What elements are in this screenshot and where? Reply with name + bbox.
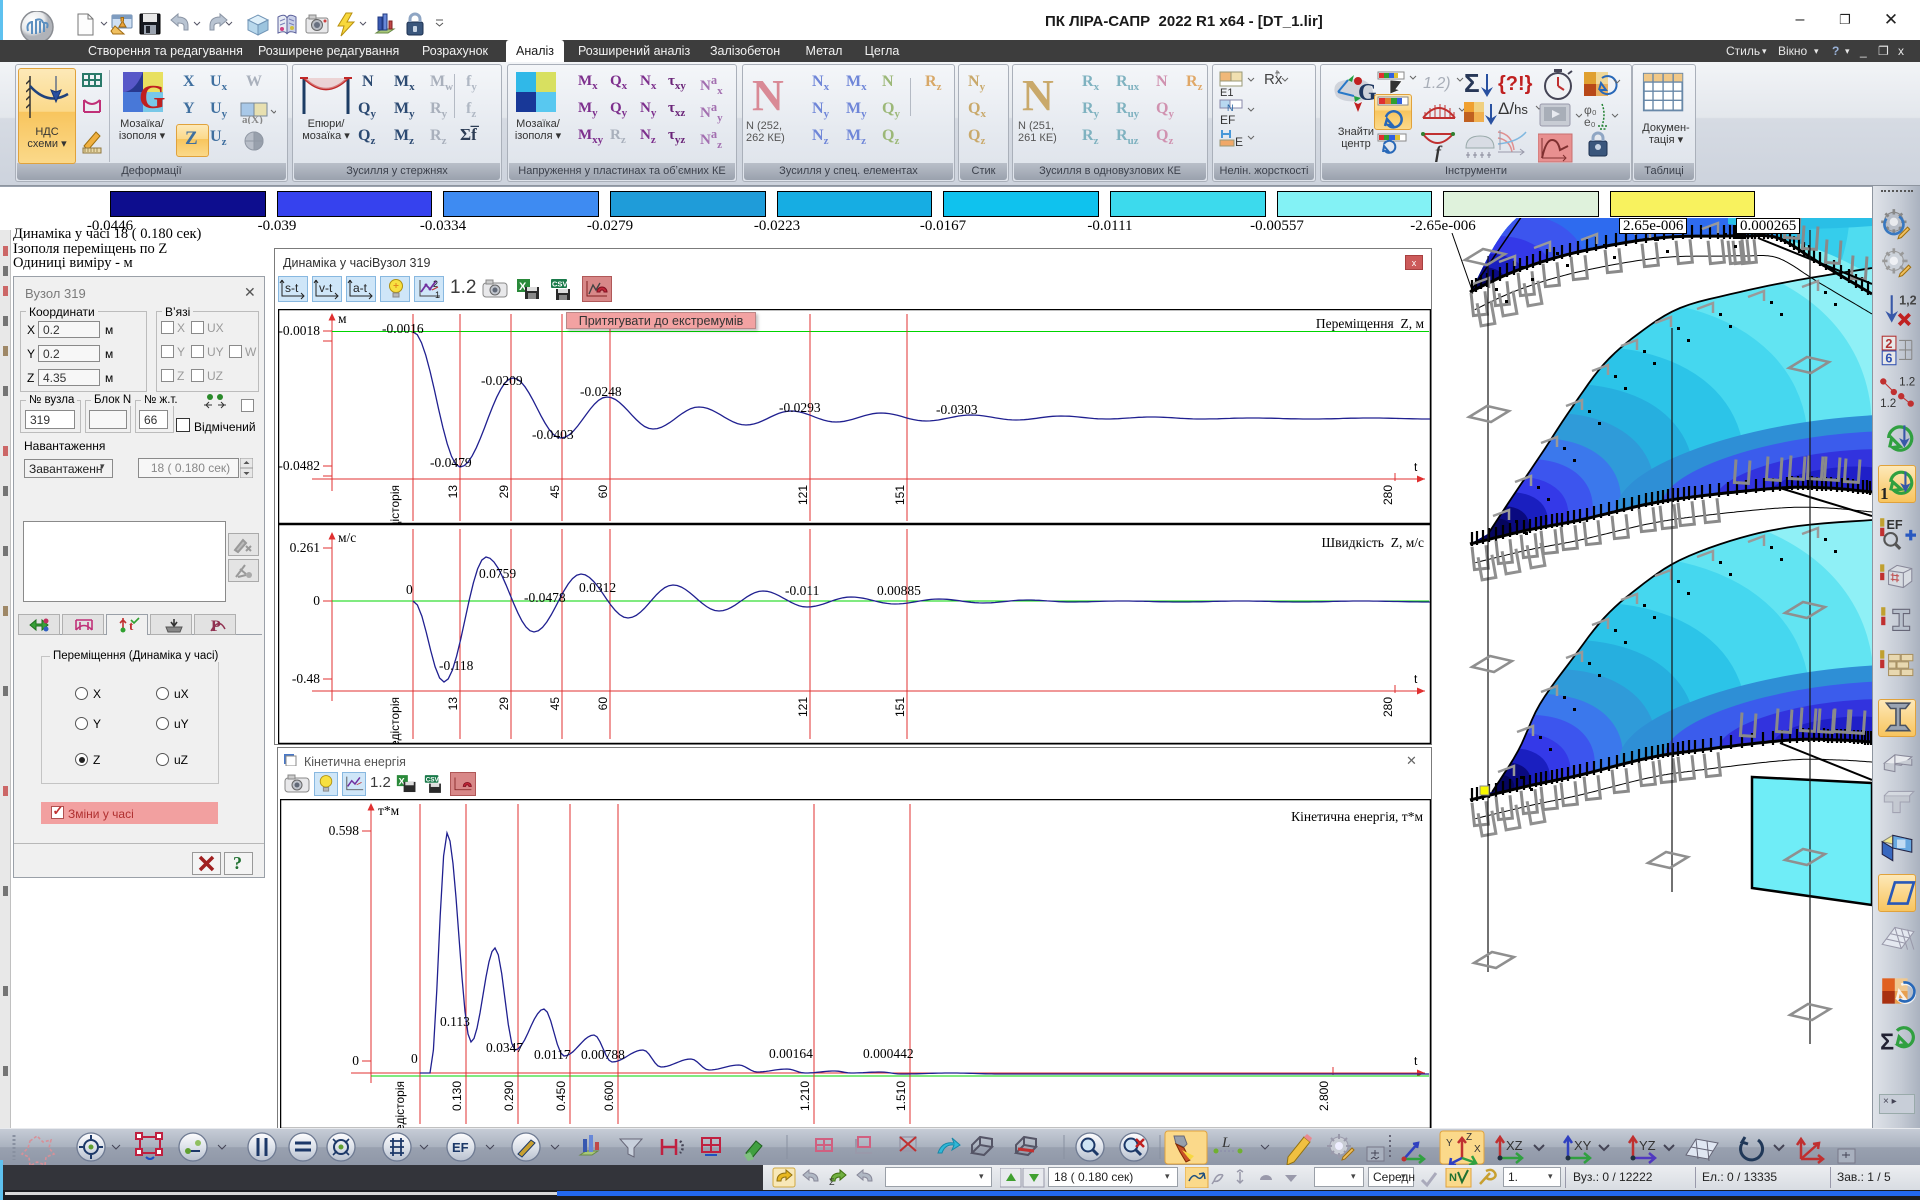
svg-text:XY: XY <box>1574 1138 1592 1153</box>
svg-text:0.000442: 0.000442 <box>863 1046 914 1061</box>
svg-text:G: G <box>139 79 165 114</box>
svg-text:0: 0 <box>406 582 413 597</box>
svg-text:f: f <box>1435 142 1443 162</box>
svg-text:0: 0 <box>352 1053 359 1068</box>
svg-text:0.598: 0.598 <box>329 823 360 838</box>
svg-text:-0.0303: -0.0303 <box>936 402 978 417</box>
svg-text:Переміщення Z, м: Переміщення Z, м <box>1316 316 1425 331</box>
svg-text:v-t: v-t <box>319 281 333 295</box>
svg-text:{?!}: {?!} <box>1498 73 1533 95</box>
svg-text:121: 121 <box>796 485 810 505</box>
svg-text:т*м: т*м <box>378 803 400 818</box>
svg-text:121: 121 <box>796 697 810 717</box>
svg-text:45: 45 <box>548 485 562 499</box>
svg-text:0.600: 0.600 <box>602 1081 616 1111</box>
svg-text:s-t: s-t <box>285 281 299 295</box>
svg-text:60: 60 <box>596 697 610 711</box>
svg-text:N: N <box>1227 103 1234 113</box>
svg-text:0.00788: 0.00788 <box>581 1047 625 1062</box>
svg-text:м/с: м/с <box>338 530 356 545</box>
svg-text:EF: EF <box>1886 518 1902 532</box>
svg-text:-0.0482: -0.0482 <box>278 458 320 473</box>
svg-text:0.0759: 0.0759 <box>479 566 516 581</box>
svg-text:0.0312: 0.0312 <box>579 580 616 595</box>
svg-text:E1: E1 <box>1220 87 1233 99</box>
svg-text:-0.48: -0.48 <box>292 671 320 686</box>
svg-text:EF: EF <box>1220 113 1235 127</box>
svg-text:XZ: XZ <box>1506 1138 1523 1153</box>
svg-text:0.113: 0.113 <box>440 1014 470 1029</box>
svg-text:29: 29 <box>497 697 511 711</box>
svg-text:13: 13 <box>446 697 460 711</box>
svg-text:-0.118: -0.118 <box>439 658 474 673</box>
svg-text:Σ: Σ <box>1880 1029 1894 1055</box>
svg-text:E: E <box>1235 135 1243 149</box>
svg-text:0.00164: 0.00164 <box>769 1046 813 1061</box>
svg-text:-0.0018: -0.0018 <box>278 323 320 338</box>
svg-text:Σ: Σ <box>1464 70 1480 98</box>
svg-text:151: 151 <box>893 697 907 717</box>
svg-text:P: P <box>211 618 221 634</box>
svg-text:151: 151 <box>893 485 907 505</box>
svg-text:1.2: 1.2 <box>1880 397 1896 410</box>
svg-text:-0.0478: -0.0478 <box>524 590 566 605</box>
svg-text:6: 6 <box>1885 352 1892 366</box>
svg-text:0: 0 <box>313 593 320 608</box>
svg-text:1.2): 1.2) <box>1423 75 1451 92</box>
svg-text:e₀: e₀ <box>1584 115 1596 129</box>
svg-text:N: N <box>1449 1172 1457 1184</box>
svg-text:CSV: CSV <box>552 280 567 289</box>
svg-text:Швидкість Z, м/с: Швидкість Z, м/с <box>1322 535 1424 550</box>
svg-text:0.0117: 0.0117 <box>534 1047 571 1062</box>
svg-text:45: 45 <box>548 697 562 711</box>
svg-text:м: м <box>338 311 347 326</box>
svg-text:2: 2 <box>1885 337 1892 351</box>
svg-text:Δ/hs: Δ/hs <box>1498 99 1528 118</box>
svg-text:0.450: 0.450 <box>554 1081 568 1111</box>
svg-text:13: 13 <box>446 485 460 499</box>
svg-text:-0.011: -0.011 <box>785 583 819 598</box>
svg-text:60: 60 <box>596 485 610 499</box>
svg-text:29: 29 <box>497 485 511 499</box>
svg-text:X: X <box>1474 1144 1481 1155</box>
svg-text:Σ: Σ <box>829 1177 835 1187</box>
svg-text:-0.0248: -0.0248 <box>580 384 622 399</box>
svg-text:0.290: 0.290 <box>502 1081 516 1111</box>
svg-text:Передісторія: Передісторія <box>388 697 402 744</box>
svg-text:1.2: 1.2 <box>1899 376 1915 389</box>
svg-text:L: L <box>1221 1135 1230 1151</box>
svg-text:280: 280 <box>1381 485 1395 505</box>
svg-text:Z: Z <box>1466 1132 1472 1143</box>
svg-text:1.510: 1.510 <box>894 1081 908 1111</box>
svg-text:0.261: 0.261 <box>290 540 320 555</box>
svg-text:a(X): a(X) <box>242 114 263 124</box>
svg-text:0.130: 0.130 <box>450 1081 464 1111</box>
svg-text:280: 280 <box>1381 697 1395 717</box>
svg-text:1: 1 <box>1880 484 1888 503</box>
svg-text:1: 1 <box>435 290 440 300</box>
svg-text:-0.0016: -0.0016 <box>382 321 424 336</box>
svg-text:1,2: 1,2 <box>1899 294 1916 308</box>
svg-text:0.0347: 0.0347 <box>486 1040 523 1055</box>
svg-text:Кінетична енергія, т*м: Кінетична енергія, т*м <box>1291 809 1423 824</box>
svg-text:-0.0479: -0.0479 <box>430 455 472 470</box>
svg-text:Y: Y <box>1446 1138 1453 1149</box>
svg-text:0: 0 <box>411 1051 418 1066</box>
svg-text:1.210: 1.210 <box>798 1081 812 1111</box>
svg-text:Rx: Rx <box>1264 71 1283 88</box>
svg-text:Передісторія: Передісторія <box>388 485 402 524</box>
svg-text:a-t: a-t <box>353 281 368 295</box>
svg-text:Передісторія: Передісторія <box>393 1081 407 1129</box>
svg-text:-0.0293: -0.0293 <box>779 400 821 415</box>
svg-text:0.00885: 0.00885 <box>877 583 921 598</box>
svg-text:-0.0209: -0.0209 <box>481 373 523 388</box>
svg-text:CSV: CSV <box>426 776 440 783</box>
svg-text:YZ: YZ <box>1639 1138 1656 1153</box>
svg-text:-0.0403: -0.0403 <box>532 427 574 442</box>
svg-text:EF: EF <box>452 1140 469 1155</box>
svg-text:2.800: 2.800 <box>1317 1081 1331 1111</box>
